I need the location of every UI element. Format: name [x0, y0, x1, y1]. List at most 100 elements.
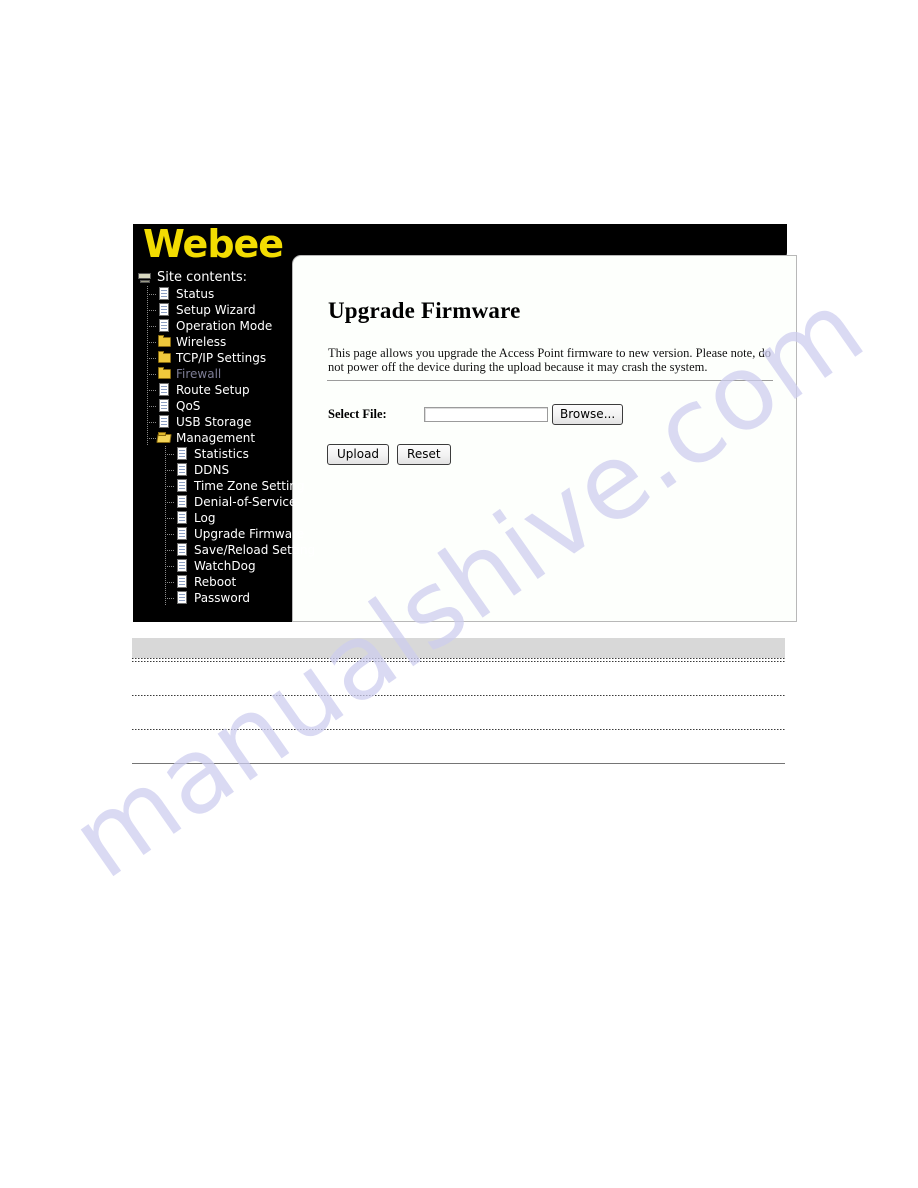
tree-connector: [165, 558, 175, 574]
sidebar-item-password[interactable]: Password: [133, 590, 333, 606]
tree-connector: [147, 302, 157, 318]
tree-connector: [165, 574, 175, 590]
file-path-input[interactable]: [424, 407, 548, 422]
footer-table-header: [132, 638, 785, 658]
sidebar-item-label: Statistics: [194, 447, 249, 461]
sidebar-item-label: Wireless: [176, 335, 227, 349]
folder-icon: [157, 367, 172, 381]
tree-connector: [165, 510, 175, 526]
footer-row: [132, 730, 785, 763]
sidebar-item-setup-wizard[interactable]: Setup Wizard: [133, 302, 333, 318]
page-icon: [157, 415, 172, 429]
tree-connector: [147, 382, 157, 398]
page-icon: [157, 303, 172, 317]
select-file-row: Select File: Browse...: [328, 404, 624, 425]
tree-connector: [165, 542, 175, 558]
sidebar-item-label: Password: [194, 591, 251, 605]
tree-connector: [165, 446, 175, 462]
sidebar-item-save-reload-setting[interactable]: Save/Reload Setting: [133, 542, 333, 558]
site-navigation-sidebar: Site contents: Status Setup Wizard Operatio…: [133, 265, 315, 622]
page-icon: [175, 511, 190, 525]
tree-connector: [147, 366, 157, 382]
sidebar-item-operation-mode[interactable]: Operation Mode: [133, 318, 333, 334]
sidebar-item-watchdog[interactable]: WatchDog: [133, 558, 333, 574]
tree-connector: [165, 462, 175, 478]
sidebar-item-firewall[interactable]: Firewall: [133, 366, 333, 382]
sidebar-item-label: Firewall: [176, 367, 222, 381]
footer-row: [132, 696, 785, 729]
nav-root: Site contents:: [133, 270, 333, 286]
sidebar-item-label: Reboot: [194, 575, 237, 589]
page-icon: [175, 495, 190, 509]
sidebar-item-reboot[interactable]: Reboot: [133, 574, 333, 590]
page-icon: [175, 591, 190, 605]
computer-icon: [137, 272, 153, 284]
page-icon: [175, 559, 190, 573]
webee-logo: Webee: [143, 222, 284, 266]
sidebar-item-label: WatchDog: [194, 559, 256, 573]
form-actions: Upload Reset: [327, 444, 451, 465]
sidebar-item-label: Time Zone Setting: [194, 479, 305, 493]
page-icon: [175, 527, 190, 541]
sidebar-item-label: Setup Wizard: [176, 303, 256, 317]
sidebar-item-label: QoS: [176, 399, 201, 413]
select-file-label: Select File:: [328, 407, 387, 421]
sidebar-item-wireless[interactable]: Wireless: [133, 334, 333, 350]
browse-button[interactable]: Browse...: [552, 404, 624, 425]
sidebar-item-statistics[interactable]: Statistics: [133, 446, 333, 462]
page-icon: [175, 575, 190, 589]
page-icon: [157, 287, 172, 301]
browser-screenshot: Webee Upgrade Firmware This page allows …: [133, 222, 797, 622]
sidebar-item-label: TCP/IP Settings: [176, 351, 267, 365]
content-panel: Upgrade Firmware This page allows you up…: [292, 255, 797, 622]
sidebar-item-label: Route Setup: [176, 383, 250, 397]
folder-open-icon: [156, 431, 172, 445]
sidebar-item-management[interactable]: Management: [133, 430, 333, 446]
sidebar-item-label: Denial-of-Service: [194, 495, 297, 509]
sidebar-item-label: Save/Reload Setting: [194, 543, 316, 557]
sidebar-item-ddns[interactable]: DDNS: [133, 462, 333, 478]
sidebar-item-denial-of-service[interactable]: Denial-of-Service: [133, 494, 333, 510]
page-description: This page allows you upgrade the Access …: [328, 346, 771, 374]
folder-icon: [157, 351, 172, 365]
footer-table: [132, 638, 785, 764]
tree-connector: [147, 398, 157, 414]
tree-connector: [165, 590, 175, 606]
page-icon: [175, 479, 190, 493]
sidebar-item-label: Status: [176, 287, 215, 301]
sidebar-item-tcp-ip-settings[interactable]: TCP/IP Settings: [133, 350, 333, 366]
footer-row: [132, 662, 785, 695]
page-icon: [157, 319, 172, 333]
sidebar-item-label: DDNS: [194, 463, 230, 477]
tree-connector: [165, 478, 175, 494]
divider: [327, 380, 773, 381]
tree-connector: [147, 430, 157, 446]
page-icon: [175, 447, 190, 461]
sidebar-item-label: Log: [194, 511, 216, 525]
footer-bottom-rule: [132, 763, 785, 764]
tree-connector: [147, 350, 157, 366]
reset-button[interactable]: Reset: [397, 444, 451, 465]
nav-root-label: Site contents:: [157, 270, 248, 285]
sidebar-item-label: Upgrade Firmware: [194, 527, 305, 541]
sidebar-item-usb-storage[interactable]: USB Storage: [133, 414, 333, 430]
page-title: Upgrade Firmware: [328, 298, 521, 323]
sidebar-item-status[interactable]: Status: [133, 286, 333, 302]
sidebar-item-route-setup[interactable]: Route Setup: [133, 382, 333, 398]
sidebar-item-upgrade-firmware[interactable]: Upgrade Firmware: [133, 526, 333, 542]
page-icon: [175, 463, 190, 477]
sidebar-item-log[interactable]: Log: [133, 510, 333, 526]
sidebar-item-qos[interactable]: QoS: [133, 398, 333, 414]
tree-connector: [165, 526, 175, 542]
tree-connector: [147, 286, 157, 302]
tree-connector: [165, 494, 175, 510]
folder-icon: [157, 335, 172, 349]
tree-connector: [147, 414, 157, 430]
page-icon: [157, 399, 172, 413]
sidebar-item-time-zone-setting[interactable]: Time Zone Setting: [133, 478, 333, 494]
page-icon: [157, 383, 172, 397]
sidebar-item-label: Operation Mode: [176, 319, 273, 333]
tree-connector: [147, 318, 157, 334]
tree-connector: [147, 334, 157, 350]
upload-button[interactable]: Upload: [327, 444, 390, 465]
